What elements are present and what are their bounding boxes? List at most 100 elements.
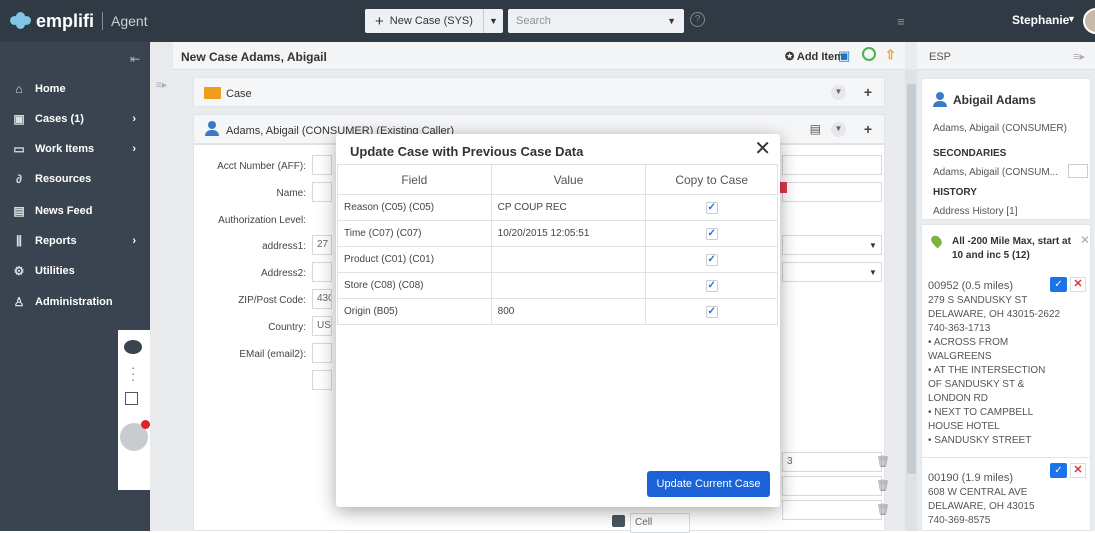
nav-item-reports[interactable]: ⫼ Reports › — [0, 226, 150, 256]
trash-icon[interactable]: 🗑 — [876, 479, 890, 492]
nav-item-cases[interactable]: ▣ Cases (1) › — [0, 104, 150, 134]
panel-menu-icon[interactable]: ≡▸ — [1073, 50, 1085, 63]
new-case-label: New Case (SYS) — [389, 15, 473, 27]
update-current-case-button[interactable]: Update Current Case — [647, 471, 770, 497]
zip-field[interactable]: 430 — [312, 289, 332, 309]
top-menu-icon[interactable]: ≡ — [897, 14, 905, 29]
nav-item-label: News Feed — [35, 205, 93, 217]
chevron-down-icon[interactable]: ▼ — [869, 241, 877, 250]
reject-store-button[interactable]: ✕ — [1070, 463, 1086, 478]
add-case-icon[interactable]: + — [864, 84, 872, 100]
new-case-button[interactable]: + New Case (SYS) ▼ — [365, 9, 503, 33]
acct-number-field[interactable] — [312, 155, 332, 175]
case-panel[interactable]: Case ▼ + — [193, 77, 885, 107]
collapse-chevron-icon[interactable]: ▼ — [831, 122, 846, 137]
app-logo[interactable]: emplifi Agent — [0, 11, 150, 32]
contact-card: Abigail Adams Adams, Abigail (CONSUMER) … — [921, 78, 1091, 220]
expand-panel-icon[interactable]: ≡▸ — [156, 80, 167, 91]
user-name[interactable]: Stephanie — [1012, 13, 1069, 27]
collapse-nav-icon[interactable]: ⇤ — [130, 52, 140, 66]
copy-to-case-checkbox[interactable]: ✓ — [705, 201, 718, 214]
news-feed-icon: ▤ — [13, 204, 25, 218]
nav-item-label: Administration — [35, 296, 113, 308]
address1-field[interactable]: 27 F — [312, 235, 332, 255]
column-header-field: Field — [337, 164, 492, 195]
address1-extra-field[interactable] — [782, 235, 882, 255]
search-dropdown-icon[interactable]: ▼ — [667, 9, 676, 33]
name-field[interactable] — [312, 182, 332, 202]
copy-to-case-checkbox[interactable]: ✓ — [705, 227, 718, 240]
new-case-dropdown-toggle[interactable]: ▼ — [483, 9, 503, 33]
value-cell — [490, 246, 647, 273]
store-id[interactable]: 00190 (1.9 miles) — [928, 472, 1013, 484]
nav-item-label: Resources — [35, 173, 92, 185]
store-note: OF SANDUSKY ST & — [928, 379, 1025, 390]
phone-type-select[interactable]: Cell — [630, 513, 690, 533]
nav-item-utilities[interactable]: ⚙ Utilities — [0, 256, 150, 286]
nav-item-news-feed[interactable]: ▤ News Feed — [0, 196, 150, 226]
chevron-right-icon: › — [132, 143, 136, 155]
column-header-copy: Copy to Case — [645, 164, 778, 195]
table-row: Origin (B05) 800 ✓ — [337, 298, 778, 325]
trash-icon[interactable]: 🗑 — [876, 503, 890, 516]
clock-icon[interactable] — [862, 47, 876, 61]
save-icon[interactable]: ▣ — [838, 48, 850, 64]
scrollbar-thumb[interactable] — [907, 84, 916, 474]
logo-divider — [102, 12, 104, 30]
address2-extra-field[interactable] — [782, 262, 882, 282]
user-avatar[interactable] — [1083, 8, 1095, 34]
divider — [922, 457, 1092, 458]
search-input[interactable]: Search ▼ — [508, 9, 684, 33]
collapse-chevron-icon[interactable]: ▼ — [831, 85, 846, 100]
store-note: • NEXT TO CAMPBELL — [928, 407, 1034, 418]
export-icon[interactable]: ⇧ — [885, 47, 896, 63]
add-item-button[interactable]: ✪ Add Item — [785, 50, 844, 63]
nav-item-work-items[interactable]: ▭ Work Items › — [0, 134, 150, 164]
contact-card-icon[interactable]: ▤ — [810, 122, 821, 136]
user-menu-chevron-icon[interactable]: ▼ — [1067, 14, 1076, 24]
phone-field-2[interactable] — [782, 476, 882, 496]
address2-field[interactable] — [312, 262, 332, 282]
name-label: Name: — [276, 188, 306, 199]
address-history-link[interactable]: Address History [1] — [933, 206, 1017, 217]
chat-bubble-icon[interactable] — [124, 340, 142, 354]
copy-cell: ✓ — [645, 246, 778, 273]
select-store-button[interactable]: ✓ — [1050, 463, 1067, 478]
phone-icon — [612, 515, 625, 527]
phone-field[interactable]: 3 — [782, 452, 882, 472]
name-extra-field[interactable] — [782, 182, 882, 202]
trash-icon[interactable]: 🗑 — [876, 455, 890, 468]
copy-cell: ✓ — [645, 194, 778, 221]
utilities-icon: ⚙ — [13, 264, 25, 278]
copy-to-case-checkbox[interactable]: ✓ — [705, 305, 718, 318]
country-field[interactable]: USA — [312, 316, 332, 336]
table-row: Reason (C05) (C05) CP COUP REC ✓ — [337, 194, 778, 221]
acct-extra-field[interactable] — [782, 155, 882, 175]
person-icon — [205, 121, 219, 137]
contact-name[interactable]: Abigail Adams — [953, 93, 1036, 107]
phone-field-3[interactable] — [782, 500, 882, 520]
secondary-contact[interactable]: Adams, Abigail (CONSUM... — [933, 167, 1058, 178]
map-pin-icon — [929, 233, 944, 249]
close-icon[interactable]: ✕ — [754, 139, 771, 159]
chevron-down-icon[interactable]: ▼ — [869, 268, 877, 277]
reject-store-button[interactable]: ✕ — [1070, 277, 1086, 292]
add-contact-icon[interactable]: + — [864, 121, 872, 137]
nav-item-home[interactable]: ⌂ Home — [0, 74, 150, 104]
select-store-button[interactable]: ✓ — [1050, 277, 1067, 292]
external-link-icon[interactable] — [125, 392, 138, 405]
close-icon[interactable]: ✕ — [1080, 233, 1090, 247]
copy-to-case-checkbox[interactable]: ✓ — [705, 279, 718, 292]
home-icon: ⌂ — [15, 82, 23, 96]
store-note: • AT THE INTERSECTION — [928, 365, 1046, 376]
copy-to-case-checkbox[interactable]: ✓ — [705, 253, 718, 266]
more-options-icon[interactable]: · · · — [131, 361, 135, 386]
extra-field[interactable] — [312, 370, 332, 390]
nav-item-administration[interactable]: ♙ Administration — [0, 287, 150, 317]
nav-item-resources[interactable]: ∂ Resources — [0, 164, 150, 194]
help-icon[interactable]: ? — [690, 12, 705, 27]
secondary-select[interactable] — [1068, 164, 1088, 178]
email-field[interactable] — [312, 343, 332, 363]
emplifi-logo-icon — [10, 12, 32, 30]
store-id[interactable]: 00952 (0.5 miles) — [928, 280, 1013, 292]
